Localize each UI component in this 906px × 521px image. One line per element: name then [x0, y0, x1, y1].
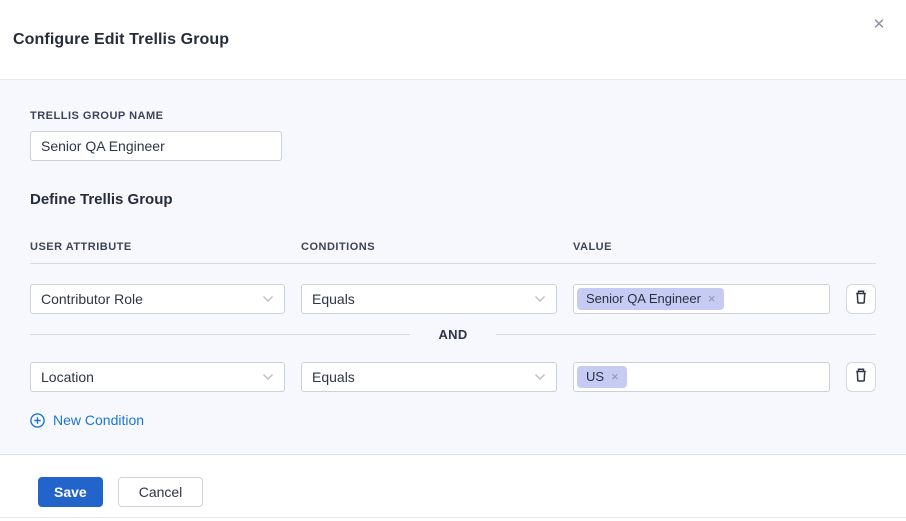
separator-line — [30, 334, 410, 335]
user-attribute-value-2: Location — [41, 369, 94, 385]
condition-column-headers: USER ATTRIBUTE CONDITIONS VALUE — [30, 241, 876, 253]
separator-line — [496, 334, 876, 335]
condition-row-2: Location Equals US × — [30, 362, 876, 392]
value-field-2[interactable]: US × — [573, 362, 830, 392]
trash-icon — [853, 289, 869, 309]
condition-value-1: Equals — [312, 291, 355, 307]
condition-row-1: Contributor Role Equals Senior QA Engine… — [30, 284, 876, 314]
and-label: AND — [410, 327, 495, 342]
chevron-down-icon — [262, 295, 274, 303]
delete-condition-button-1[interactable] — [846, 284, 876, 314]
value-tag-label: US — [586, 369, 604, 384]
user-attribute-value-1: Contributor Role — [41, 291, 143, 307]
user-attribute-select-1[interactable]: Contributor Role — [30, 284, 285, 314]
chevron-down-icon — [534, 295, 546, 303]
value-column-header: VALUE — [573, 241, 830, 253]
define-trellis-group-heading: Define Trellis Group — [30, 191, 876, 208]
chevron-down-icon — [262, 373, 274, 381]
delete-condition-button-2[interactable] — [846, 362, 876, 392]
value-tag: Senior QA Engineer × — [577, 288, 724, 310]
configure-trellis-group-modal: Configure Edit Trellis Group ✕ TRELLIS G… — [0, 0, 906, 521]
condition-value-2: Equals — [312, 369, 355, 385]
modal-footer: Save Cancel — [0, 455, 906, 521]
plus-circle-icon — [30, 413, 45, 428]
value-tag: US × — [577, 366, 627, 388]
value-tag-label: Senior QA Engineer — [586, 291, 701, 306]
and-separator: AND — [30, 326, 876, 342]
tag-remove-icon[interactable]: × — [611, 370, 619, 383]
trellis-group-name-label: TRELLIS GROUP NAME — [30, 110, 876, 122]
condition-select-2[interactable]: Equals — [301, 362, 557, 392]
header-divider — [30, 263, 876, 264]
new-condition-button[interactable]: New Condition — [30, 412, 144, 428]
modal-body: TRELLIS GROUP NAME Define Trellis Group … — [0, 80, 906, 455]
trellis-group-name-input[interactable] — [30, 131, 282, 161]
user-attribute-column-header: USER ATTRIBUTE — [30, 241, 285, 253]
modal-header: Configure Edit Trellis Group ✕ — [0, 0, 906, 80]
save-button[interactable]: Save — [38, 477, 103, 507]
trash-icon — [853, 367, 869, 387]
modal-title: Configure Edit Trellis Group — [13, 31, 229, 49]
close-icon[interactable]: ✕ — [868, 14, 890, 36]
tag-remove-icon[interactable]: × — [708, 292, 716, 305]
user-attribute-select-2[interactable]: Location — [30, 362, 285, 392]
value-field-1[interactable]: Senior QA Engineer × — [573, 284, 830, 314]
chevron-down-icon — [534, 373, 546, 381]
new-condition-label: New Condition — [53, 412, 144, 428]
cancel-button[interactable]: Cancel — [118, 477, 204, 507]
conditions-column-header: CONDITIONS — [301, 241, 557, 253]
condition-select-1[interactable]: Equals — [301, 284, 557, 314]
